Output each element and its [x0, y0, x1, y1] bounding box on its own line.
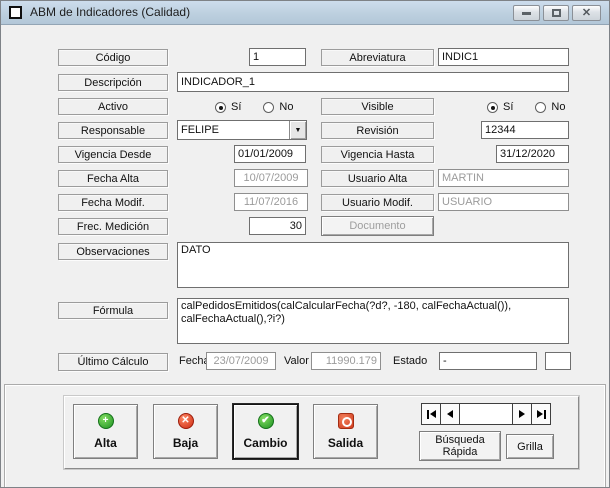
navigator-track: [460, 404, 512, 424]
visible-radio-group: Sí No: [487, 101, 565, 113]
responsable-label: Responsable: [58, 122, 168, 139]
close-icon: ✕: [581, 6, 592, 19]
codigo-label: Código: [58, 49, 168, 66]
grilla-button[interactable]: Grilla: [506, 434, 554, 459]
salida-button-label: Salida: [327, 436, 364, 450]
power-icon: [337, 413, 354, 429]
last-record-button[interactable]: [531, 404, 550, 424]
activo-label: Activo: [58, 98, 168, 115]
cambio-button-label: Cambio: [243, 436, 288, 450]
codigo-input[interactable]: 1: [249, 48, 306, 66]
check-icon: ✔: [257, 413, 274, 429]
activo-radio-si[interactable]: [215, 101, 226, 113]
cambio-button[interactable]: ✔ Cambio: [233, 404, 298, 459]
frec-medicion-label: Frec. Medición: [58, 218, 168, 235]
fecha-alta-label: Fecha Alta: [58, 170, 168, 187]
baja-button-label: Baja: [172, 436, 199, 450]
usuario-alta-input: MARTIN: [438, 169, 569, 187]
app-icon: [9, 6, 22, 19]
activo-radio-si-label: Sí: [231, 101, 242, 113]
baja-button[interactable]: ✕ Baja: [153, 404, 218, 459]
busqueda-rapida-button[interactable]: Búsqueda Rápida: [419, 431, 501, 461]
usuario-alta-label: Usuario Alta: [321, 170, 434, 187]
next-record-icon: [519, 410, 525, 418]
fecha-alta-input: 10/07/2009: [234, 169, 308, 187]
visible-radio-no[interactable]: [535, 101, 547, 113]
ultimo-calculo-label: Último Cálculo: [58, 353, 168, 371]
titlebar: ABM de Indicadores (Calidad) ✕: [1, 1, 609, 25]
salida-button[interactable]: Salida: [313, 404, 378, 459]
ultimo-fecha-label: Fecha: [179, 355, 210, 367]
visible-radio-no-label: No: [551, 101, 566, 113]
vigencia-desde-input[interactable]: 01/01/2009: [234, 145, 306, 163]
abreviatura-input[interactable]: INDIC1: [438, 48, 569, 66]
maximize-icon: [551, 9, 561, 17]
ultimo-valor-input: 11990.179: [311, 352, 381, 370]
documento-button[interactable]: Documento: [321, 216, 434, 236]
estado-indicator-box: [545, 352, 571, 370]
visible-radio-si[interactable]: [487, 101, 498, 113]
first-record-button[interactable]: [422, 404, 441, 424]
last-record-icon: [536, 410, 543, 418]
activo-radio-group: Sí No: [215, 101, 293, 113]
revision-input[interactable]: 12344: [481, 121, 569, 139]
abreviatura-label: Abreviatura: [321, 49, 434, 66]
observaciones-label: Observaciones: [58, 243, 168, 260]
next-record-button[interactable]: [512, 404, 531, 424]
ultimo-fecha-input: 23/07/2009: [206, 352, 276, 370]
ultimo-valor-label: Valor: [284, 355, 309, 367]
observaciones-textarea[interactable]: DATO: [177, 242, 569, 288]
vigencia-desde-label: Vigencia Desde: [58, 146, 168, 163]
activo-radio-no[interactable]: [263, 101, 275, 113]
descripcion-label: Descripción: [58, 74, 168, 91]
vigencia-hasta-input[interactable]: 31/12/2020: [496, 145, 569, 163]
vigencia-hasta-label: Vigencia Hasta: [321, 146, 434, 163]
window-title: ABM de Indicadores (Calidad): [30, 5, 191, 19]
minimize-button[interactable]: [513, 5, 540, 21]
minimize-icon: [522, 11, 531, 15]
responsable-combobox[interactable]: FELIPE ▼: [177, 120, 307, 140]
fecha-modif-input: 11/07/2016: [234, 193, 308, 211]
descripcion-input[interactable]: INDICADOR_1: [177, 72, 569, 92]
formula-textarea[interactable]: calPedidosEmitidos(calCalcularFecha(?d?,…: [177, 298, 569, 344]
responsable-value: FELIPE: [181, 124, 219, 136]
previous-record-button[interactable]: [441, 404, 460, 424]
alta-button[interactable]: + Alta: [73, 404, 138, 459]
maximize-button[interactable]: [543, 5, 569, 21]
cross-icon: ✕: [177, 413, 194, 429]
plus-icon: +: [97, 413, 114, 429]
ultimo-estado-label: Estado: [393, 355, 428, 367]
frec-medicion-input[interactable]: 30: [249, 217, 306, 235]
close-button[interactable]: ✕: [572, 5, 601, 21]
revision-label: Revisión: [321, 122, 434, 139]
estado-input[interactable]: -: [439, 352, 537, 370]
combo-arrow-icon[interactable]: ▼: [289, 121, 306, 139]
previous-record-icon: [447, 410, 453, 418]
activo-radio-no-label: No: [279, 101, 294, 113]
formula-label: Fórmula: [58, 302, 168, 319]
record-navigator: [421, 403, 551, 425]
alta-button-label: Alta: [94, 436, 117, 450]
usuario-modif-input: USUARIO: [438, 193, 569, 211]
visible-label: Visible: [321, 98, 434, 115]
usuario-modif-label: Usuario Modif.: [321, 194, 434, 211]
first-record-icon: [426, 409, 429, 419]
fecha-modif-label: Fecha Modif.: [58, 194, 168, 211]
app-window: ABM de Indicadores (Calidad) ✕ Código 1 …: [0, 0, 610, 488]
visible-radio-si-label: Sí: [503, 101, 514, 113]
